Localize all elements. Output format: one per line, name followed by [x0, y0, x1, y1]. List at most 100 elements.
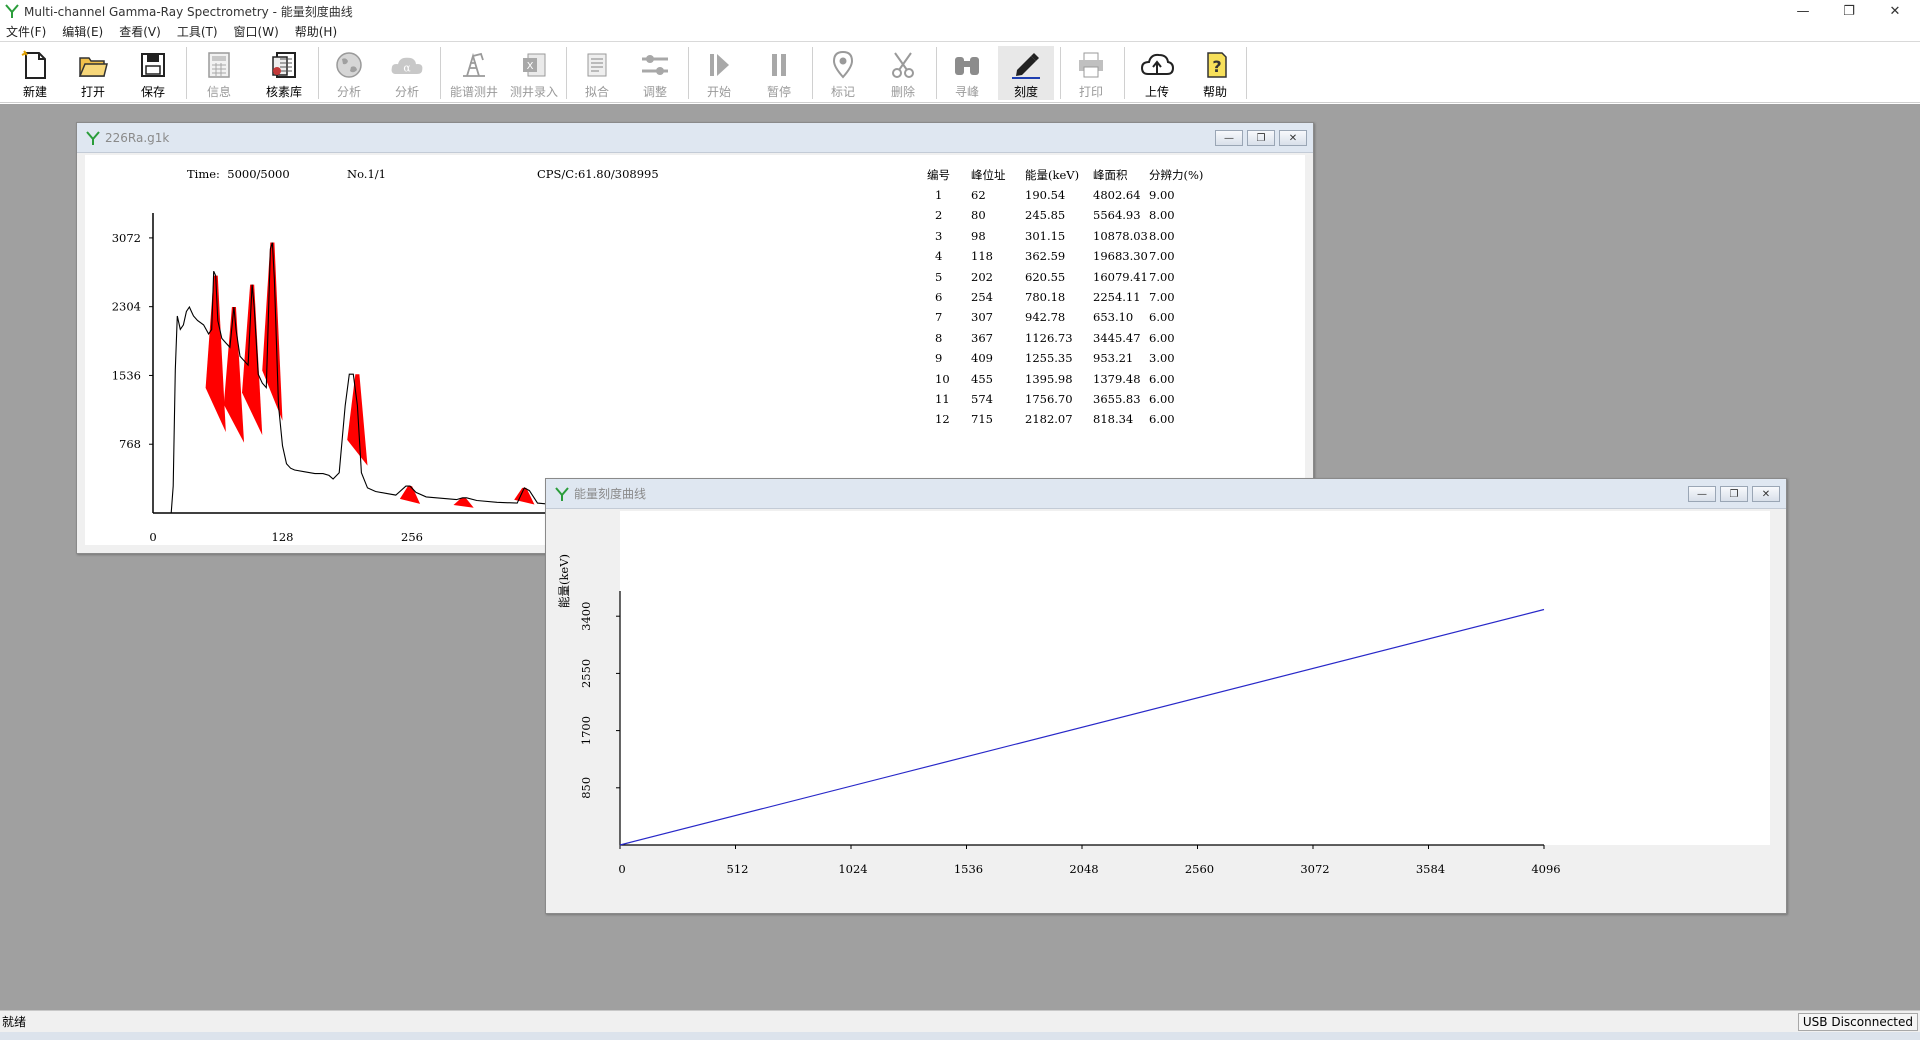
analyze-globe-button[interactable]: 分析 [326, 46, 372, 100]
header-cell: 峰面积 [1093, 168, 1128, 182]
child-restore-button[interactable]: ❐ [1247, 130, 1275, 146]
peak-cell: 1 [935, 188, 943, 202]
calibration-x-tick-label: 1024 [838, 862, 867, 876]
calibration-y-tick-label: 2550 [579, 659, 593, 688]
status-text: 就绪 [2, 1015, 27, 1029]
peak-cell: 362.59 [1025, 249, 1066, 264]
calibration-x-tick-label: 3072 [1300, 862, 1329, 876]
child-close-button[interactable]: ✕ [1279, 130, 1307, 146]
new-button[interactable]: 新建 [12, 46, 58, 100]
new-label: 新建 [22, 85, 47, 99]
menu-tools[interactable]: 工具(T) [169, 23, 226, 40]
calibration-x-tick-label: 4096 [1531, 862, 1560, 876]
pause-button[interactable]: 暂停 [756, 46, 802, 100]
mdi-workspace: 226Ra.g1k — ❐ ✕ Time: 5000/5000 No.1/1 C… [0, 104, 1920, 1010]
peak-cell: 6.00 [1149, 412, 1175, 427]
mark-button[interactable]: 标记 [820, 46, 866, 100]
help-button[interactable]: ? 帮助 [1192, 46, 1238, 100]
peak-cell: 190.54 [1025, 188, 1066, 202]
peak-cell: 9.00 [1149, 188, 1175, 202]
calibration-y-axis-label: 能量(keV) [557, 554, 571, 608]
peak-cell: 8 [935, 330, 943, 345]
play-icon [710, 53, 729, 76]
pen-icon [1012, 52, 1040, 79]
minimize-icon: — [1224, 132, 1234, 144]
fit-document-icon [587, 53, 607, 76]
child-minimize-button[interactable]: — [1688, 486, 1716, 502]
cloud-upload-icon [1140, 53, 1175, 75]
window-title: Multi-channel Gamma-Ray Spectrometry - 能… [24, 4, 353, 19]
spectrum-window-titlebar[interactable]: 226Ra.g1k — ❐ ✕ [77, 123, 1313, 153]
child-close-button[interactable]: ✕ [1752, 486, 1780, 502]
minimize-icon: — [1796, 3, 1810, 19]
nuclide-library-button[interactable]: 核素库 [258, 46, 310, 100]
find-peak-button[interactable]: 寻峰 [944, 46, 990, 100]
peak-cell: 307 [971, 310, 993, 325]
peak-cell: 942.78 [1025, 310, 1066, 325]
menu-edit[interactable]: 编辑(E) [54, 23, 111, 40]
print-button[interactable]: 打印 [1068, 46, 1114, 100]
spectrum-log-button[interactable]: 能谱测井 [446, 46, 502, 100]
calibrate-button[interactable]: 刻度 [998, 46, 1054, 100]
mark-label: 标记 [830, 85, 855, 99]
log-entry-button[interactable]: X 测井录入 [506, 46, 562, 100]
spectrum-line [153, 242, 892, 514]
peak-cell: 620.55 [1025, 269, 1066, 284]
taskbar-edge [0, 1032, 1920, 1040]
calibration-window-titlebar[interactable]: 能量刻度曲线 — ❐ ✕ [546, 479, 1786, 509]
peak-cell: 574 [971, 392, 993, 406]
peak-cell: 953.21 [1093, 351, 1134, 366]
child-minimize-button[interactable]: — [1215, 130, 1243, 146]
peak-cell: 653.10 [1093, 310, 1134, 325]
menu-view[interactable]: 查看(V) [111, 23, 169, 40]
menu-help[interactable]: 帮助(H) [287, 23, 345, 40]
restore-button[interactable]: ❐ [1826, 0, 1872, 22]
minimize-button[interactable]: — [1780, 0, 1826, 22]
toolbar-separator [318, 47, 319, 99]
peak-cell: 3445.47 [1093, 330, 1141, 345]
fit-button[interactable]: 拟合 [574, 46, 620, 100]
toolbar-separator [688, 47, 689, 99]
spectrum-x-tick-label: 0 [149, 530, 156, 544]
upload-button[interactable]: 上传 [1134, 46, 1180, 100]
peak-cell: 409 [971, 351, 993, 366]
open-button[interactable]: 打开 [70, 46, 116, 100]
delete-label: 删除 [890, 85, 915, 99]
close-button[interactable]: ✕ [1872, 0, 1918, 22]
peak-cell: 7.00 [1149, 249, 1175, 264]
menu-window[interactable]: 窗口(W) [226, 23, 287, 40]
app-logo-icon [86, 130, 100, 145]
calibration-x-tick-label: 0 [618, 862, 625, 876]
start-button[interactable]: 开始 [696, 46, 742, 100]
status-bar: 就绪 USB Disconnected [0, 1010, 1920, 1032]
spectrum-peak-fill [347, 374, 368, 466]
printer-icon [1079, 52, 1103, 77]
peak-cell: 8.00 [1149, 228, 1175, 243]
toolbar-separator [1060, 47, 1061, 99]
sliders-icon [642, 54, 668, 75]
analyze-alpha-button[interactable]: α 分析 [384, 46, 430, 100]
save-button[interactable]: 保存 [130, 46, 176, 100]
delete-button[interactable]: 删除 [880, 46, 926, 100]
peak-cell: 1379.48 [1093, 371, 1141, 386]
spectrum-log-label: 能谱测井 [449, 85, 498, 99]
menu-file[interactable]: 文件(F) [0, 23, 54, 40]
globe-icon [336, 51, 362, 78]
info-button[interactable]: 信息 [196, 46, 242, 100]
peak-cell: 5564.93 [1093, 208, 1141, 223]
open-label: 打开 [80, 85, 105, 99]
peak-cell: 1395.98 [1025, 371, 1073, 386]
excel-sheet-icon: X [523, 53, 546, 76]
peak-cell: 4 [935, 249, 943, 264]
peak-cell: 8.00 [1149, 208, 1175, 223]
calibrate-label: 刻度 [1013, 85, 1038, 99]
calibration-chart[interactable]: 0 512 1024 1536 2048 2560 3072 3584 4096 850 1700 2… [554, 511, 1778, 905]
peak-cell: 715 [971, 412, 993, 427]
peak-cell: 4802.64 [1093, 188, 1141, 202]
peak-cell: 19683.30 [1093, 249, 1148, 264]
calibration-window[interactable]: 能量刻度曲线 — ❐ ✕ 0 512 1024 1536 2048 2560 3072 358… [545, 478, 1787, 914]
child-restore-button[interactable]: ❐ [1720, 486, 1748, 502]
calibration-y-tick-label: 1700 [579, 716, 593, 745]
adjust-button[interactable]: 调整 [632, 46, 678, 100]
spectrum-x-tick-label: 128 [272, 530, 294, 544]
